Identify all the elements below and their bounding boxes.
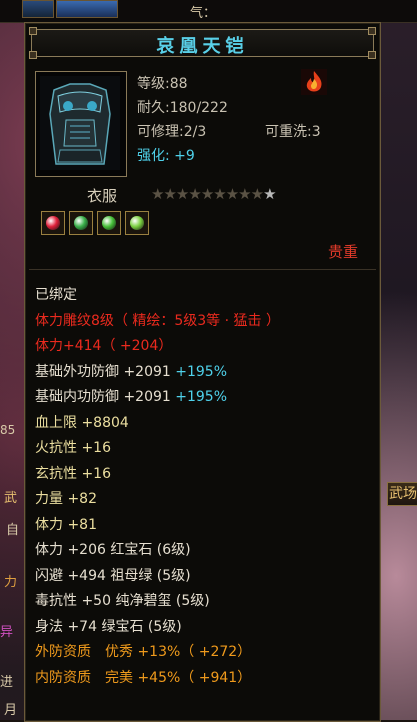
star-icon: ★ <box>238 185 251 203</box>
right-side-panel: 武场 <box>385 470 417 720</box>
gem-socket-icon <box>69 211 93 235</box>
attribute-text: 毒抗性 +50 纯净碧玺 (5级) <box>35 593 210 609</box>
item-tooltip: 哀凰天铠 等级:88 耐久:180/222 可修理:2/3 可重洗:3 强化: … <box>24 22 381 722</box>
attribute-text: 体力雕纹8级（ 精绘：5级3等 · 猛击 ） <box>35 312 280 329</box>
left-fragment: 月 <box>4 703 18 718</box>
martial-arena-button[interactable]: 武场 <box>387 482 417 506</box>
attribute-line: 血上限 +8804 <box>35 411 375 437</box>
attribute-line: 闪避 +494 祖母绿 (5级) <box>35 564 375 590</box>
attribute-line: 内防资质 完美 +45%（ +941） <box>35 666 375 692</box>
attribute-text: 玄抗性 +16 <box>35 465 111 482</box>
gem-socket-icon <box>97 211 121 235</box>
attribute-bonus: +195% <box>170 363 228 380</box>
attribute-text: 力量 +82 <box>35 491 97 507</box>
left-fragment: 进 <box>0 675 14 690</box>
attribute-text: 基础外功防御 +2091 <box>35 363 171 380</box>
left-fragment: 85 <box>0 423 16 437</box>
attribute-line: 体力 +206 红宝石 (6级) <box>35 538 375 564</box>
flame-icon <box>301 69 327 95</box>
item-title-bar: 哀凰天铠 <box>29 27 376 59</box>
star-icon: ★ <box>200 185 214 203</box>
item-rewashable: 可重洗:3 <box>265 124 321 140</box>
skill-slot-icon[interactable] <box>22 0 54 18</box>
attribute-text: 身法 +74 绿宝石 (5级) <box>35 618 182 635</box>
hud-top-bar: 气： <box>0 0 417 23</box>
attribute-line: 毒抗性 +50 纯净碧玺 (5级) <box>35 589 375 615</box>
attribute-line: 外防资质 优秀 +13%（ +272） <box>35 640 375 666</box>
star-icon: ★ <box>213 185 226 203</box>
left-fragment: 异 <box>0 625 14 640</box>
attribute-line: 已绑定 <box>35 283 375 309</box>
left-side-panel: 85 武 自 力 异 进 月 <box>0 25 24 720</box>
attribute-text: 体力 +206 红宝石 (6级) <box>35 542 191 558</box>
item-level: 等级:88 <box>137 76 188 92</box>
star-icon: ★ <box>250 185 264 203</box>
attribute-line: 基础外功防御 +2091 +195% <box>35 360 375 386</box>
enhance-label: 强化: <box>137 148 170 164</box>
attribute-text: 闪避 +494 祖母绿 (5级) <box>35 567 191 584</box>
item-rarity: 贵重 <box>327 243 358 261</box>
item-enhance: 强化: +9 <box>137 145 195 165</box>
attribute-text: 内防资质 完美 +45%（ +941） <box>35 669 252 686</box>
attribute-line: 火抗性 +16 <box>35 436 375 462</box>
item-type: 衣服 <box>87 187 118 205</box>
item-repairable: 可修理:2/3 <box>137 124 207 140</box>
attribute-text: 火抗性 +16 <box>35 440 111 456</box>
attribute-text: 血上限 +8804 <box>35 414 129 431</box>
attribute-text: 外防资质 优秀 +13%（ +272） <box>35 644 252 660</box>
item-name: 哀凰天铠 <box>156 36 249 57</box>
star-icon: ★ <box>163 185 176 203</box>
star-icon: ★ <box>263 185 276 203</box>
attribute-text: 基础内功防御 +2091 <box>35 389 171 405</box>
attribute-text: 体力+414（ +204） <box>35 338 173 354</box>
gem-socket-icon <box>41 211 65 235</box>
armor-item-icon <box>35 71 127 177</box>
gem-socket-icon <box>125 211 149 235</box>
item-durability: 耐久:180/222 <box>137 100 228 116</box>
skill-slot-icon[interactable] <box>56 0 118 18</box>
enhance-value: +9 <box>174 148 195 164</box>
attribute-text: 体力 +81 <box>35 516 97 533</box>
attribute-line: 体力雕纹8级（ 精绘：5级3等 · 猛击 ） <box>35 309 375 335</box>
attribute-line: 体力 +81 <box>35 513 375 539</box>
attribute-line: 身法 +74 绿宝石 (5级) <box>35 615 375 641</box>
attribute-bonus: +195% <box>170 389 228 405</box>
attribute-list: 已绑定体力雕纹8级（ 精绘：5级3等 · 猛击 ） 体力+414（ +204） 基础… <box>35 283 375 691</box>
star-rating: ★★★★★★★★★★ <box>151 185 277 203</box>
section-divider <box>29 269 376 270</box>
left-fragment[interactable]: 自 <box>6 519 19 538</box>
star-icon: ★ <box>175 185 189 203</box>
attribute-text: 已绑定 <box>35 287 77 303</box>
qi-label: 气： <box>190 6 217 21</box>
attribute-line: 基础内功防御 +2091 +195% <box>35 385 375 411</box>
left-fragment[interactable]: 武 <box>4 487 17 506</box>
left-fragment: 力 <box>4 575 18 590</box>
attribute-line: 体力+414（ +204） <box>35 334 375 360</box>
star-icon: ★ <box>225 185 239 203</box>
star-icon: ★ <box>188 185 201 203</box>
star-icon: ★ <box>151 185 164 203</box>
attribute-line: 玄抗性 +16 <box>35 462 375 488</box>
attribute-line: 力量 +82 <box>35 487 375 513</box>
